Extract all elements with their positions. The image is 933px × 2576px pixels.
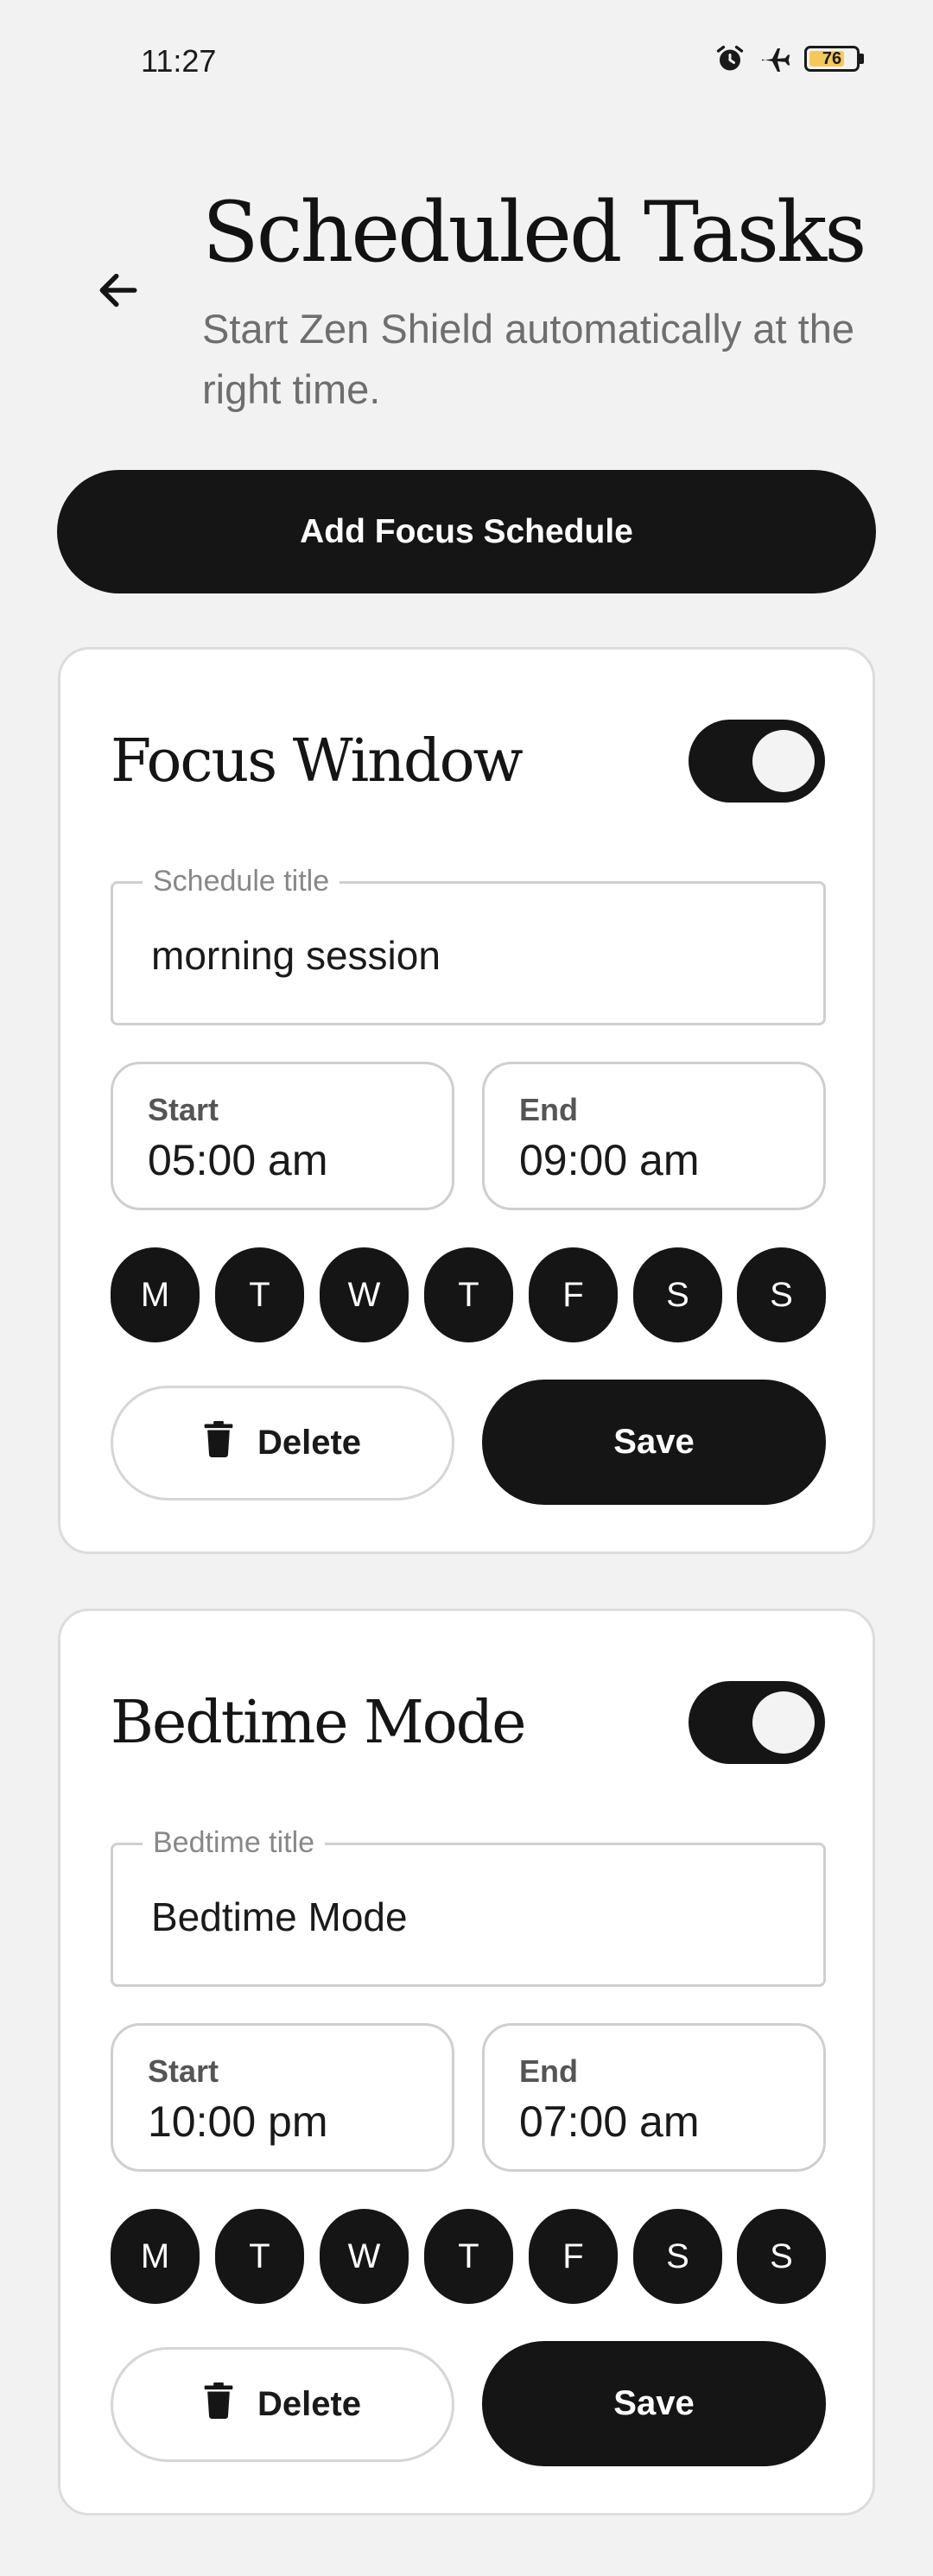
day-thursday[interactable]: T (424, 2209, 513, 2304)
day-saturday[interactable]: S (633, 2209, 722, 2304)
delete-button[interactable]: Delete (111, 2347, 454, 2462)
end-label: End (519, 1092, 578, 1127)
day-monday[interactable]: M (111, 1247, 200, 1342)
battery-icon: 76 (804, 46, 864, 72)
day-sunday[interactable]: S (737, 1247, 826, 1342)
schedule-toggle[interactable] (689, 1681, 825, 1764)
end-time-picker[interactable]: End 09:00 am (482, 1062, 826, 1210)
trash-icon (204, 1420, 233, 1466)
day-selector: M T W T F S S (111, 1247, 826, 1342)
page-subtitle: Start Zen Shield automatically at the ri… (202, 306, 855, 412)
back-button[interactable] (90, 263, 147, 320)
field-label: Bedtime title (143, 1826, 326, 1860)
start-time-picker[interactable]: Start 10:00 pm (111, 2023, 454, 2172)
status-time: 11:27 (141, 43, 217, 79)
start-label: Start (148, 2053, 219, 2089)
card-title: Focus Window (111, 727, 524, 796)
day-wednesday[interactable]: W (320, 2209, 409, 2304)
field-label: Schedule title (143, 865, 340, 898)
battery-level: 76 (822, 48, 842, 68)
bedtime-title-field: Bedtime title (111, 1826, 826, 1987)
end-time-value: 09:00 am (519, 1136, 700, 1184)
battery-tip (860, 54, 864, 64)
airplane-icon (758, 43, 792, 74)
trash-icon (204, 2382, 233, 2427)
schedule-title-field: Schedule title (111, 865, 826, 1025)
day-tuesday[interactable]: T (215, 2209, 304, 2304)
toggle-knob (752, 1691, 815, 1754)
day-saturday[interactable]: S (633, 1247, 722, 1342)
day-sunday[interactable]: S (737, 2209, 826, 2304)
battery-body: 76 (804, 46, 860, 72)
status-bar: 11:27 76 (0, 0, 933, 121)
day-friday[interactable]: F (529, 2209, 618, 2304)
add-focus-schedule-button[interactable]: Add Focus Schedule (57, 470, 876, 593)
day-monday[interactable]: M (111, 2209, 200, 2304)
arrow-left-icon (94, 266, 143, 319)
card-title: Bedtime Mode (111, 1689, 526, 1757)
schedule-toggle[interactable] (689, 720, 825, 803)
delete-label: Delete (257, 1424, 362, 1462)
save-button[interactable]: Save (482, 2341, 826, 2466)
schedule-card-focus-window: Focus Window Schedule title Start 05:00 … (58, 647, 875, 1554)
status-icons: 76 (714, 43, 864, 74)
bedtime-title-input[interactable] (151, 1887, 790, 1947)
day-selector: M T W T F S S (111, 2209, 826, 2304)
end-time-value: 07:00 am (519, 2097, 700, 2146)
end-label: End (519, 2053, 578, 2089)
schedule-title-input[interactable] (151, 925, 790, 986)
schedule-card-bedtime-mode: Bedtime Mode Bedtime title Start 10:00 p… (58, 1608, 875, 2516)
day-friday[interactable]: F (529, 1247, 618, 1342)
start-label: Start (148, 1092, 219, 1127)
start-time-value: 10:00 pm (148, 2097, 328, 2146)
delete-label: Delete (257, 2385, 362, 2423)
save-button[interactable]: Save (482, 1380, 826, 1505)
delete-button[interactable]: Delete (111, 1386, 454, 1501)
end-time-picker[interactable]: End 07:00 am (482, 2023, 826, 2172)
day-tuesday[interactable]: T (215, 1247, 304, 1342)
alarm-icon (714, 43, 746, 74)
toggle-knob (752, 730, 815, 792)
day-thursday[interactable]: T (424, 1247, 513, 1342)
day-wednesday[interactable]: W (320, 1247, 409, 1342)
page-title: Scheduled Tasks (202, 184, 866, 281)
start-time-picker[interactable]: Start 05:00 am (111, 1062, 454, 1210)
start-time-value: 05:00 am (148, 1136, 328, 1184)
